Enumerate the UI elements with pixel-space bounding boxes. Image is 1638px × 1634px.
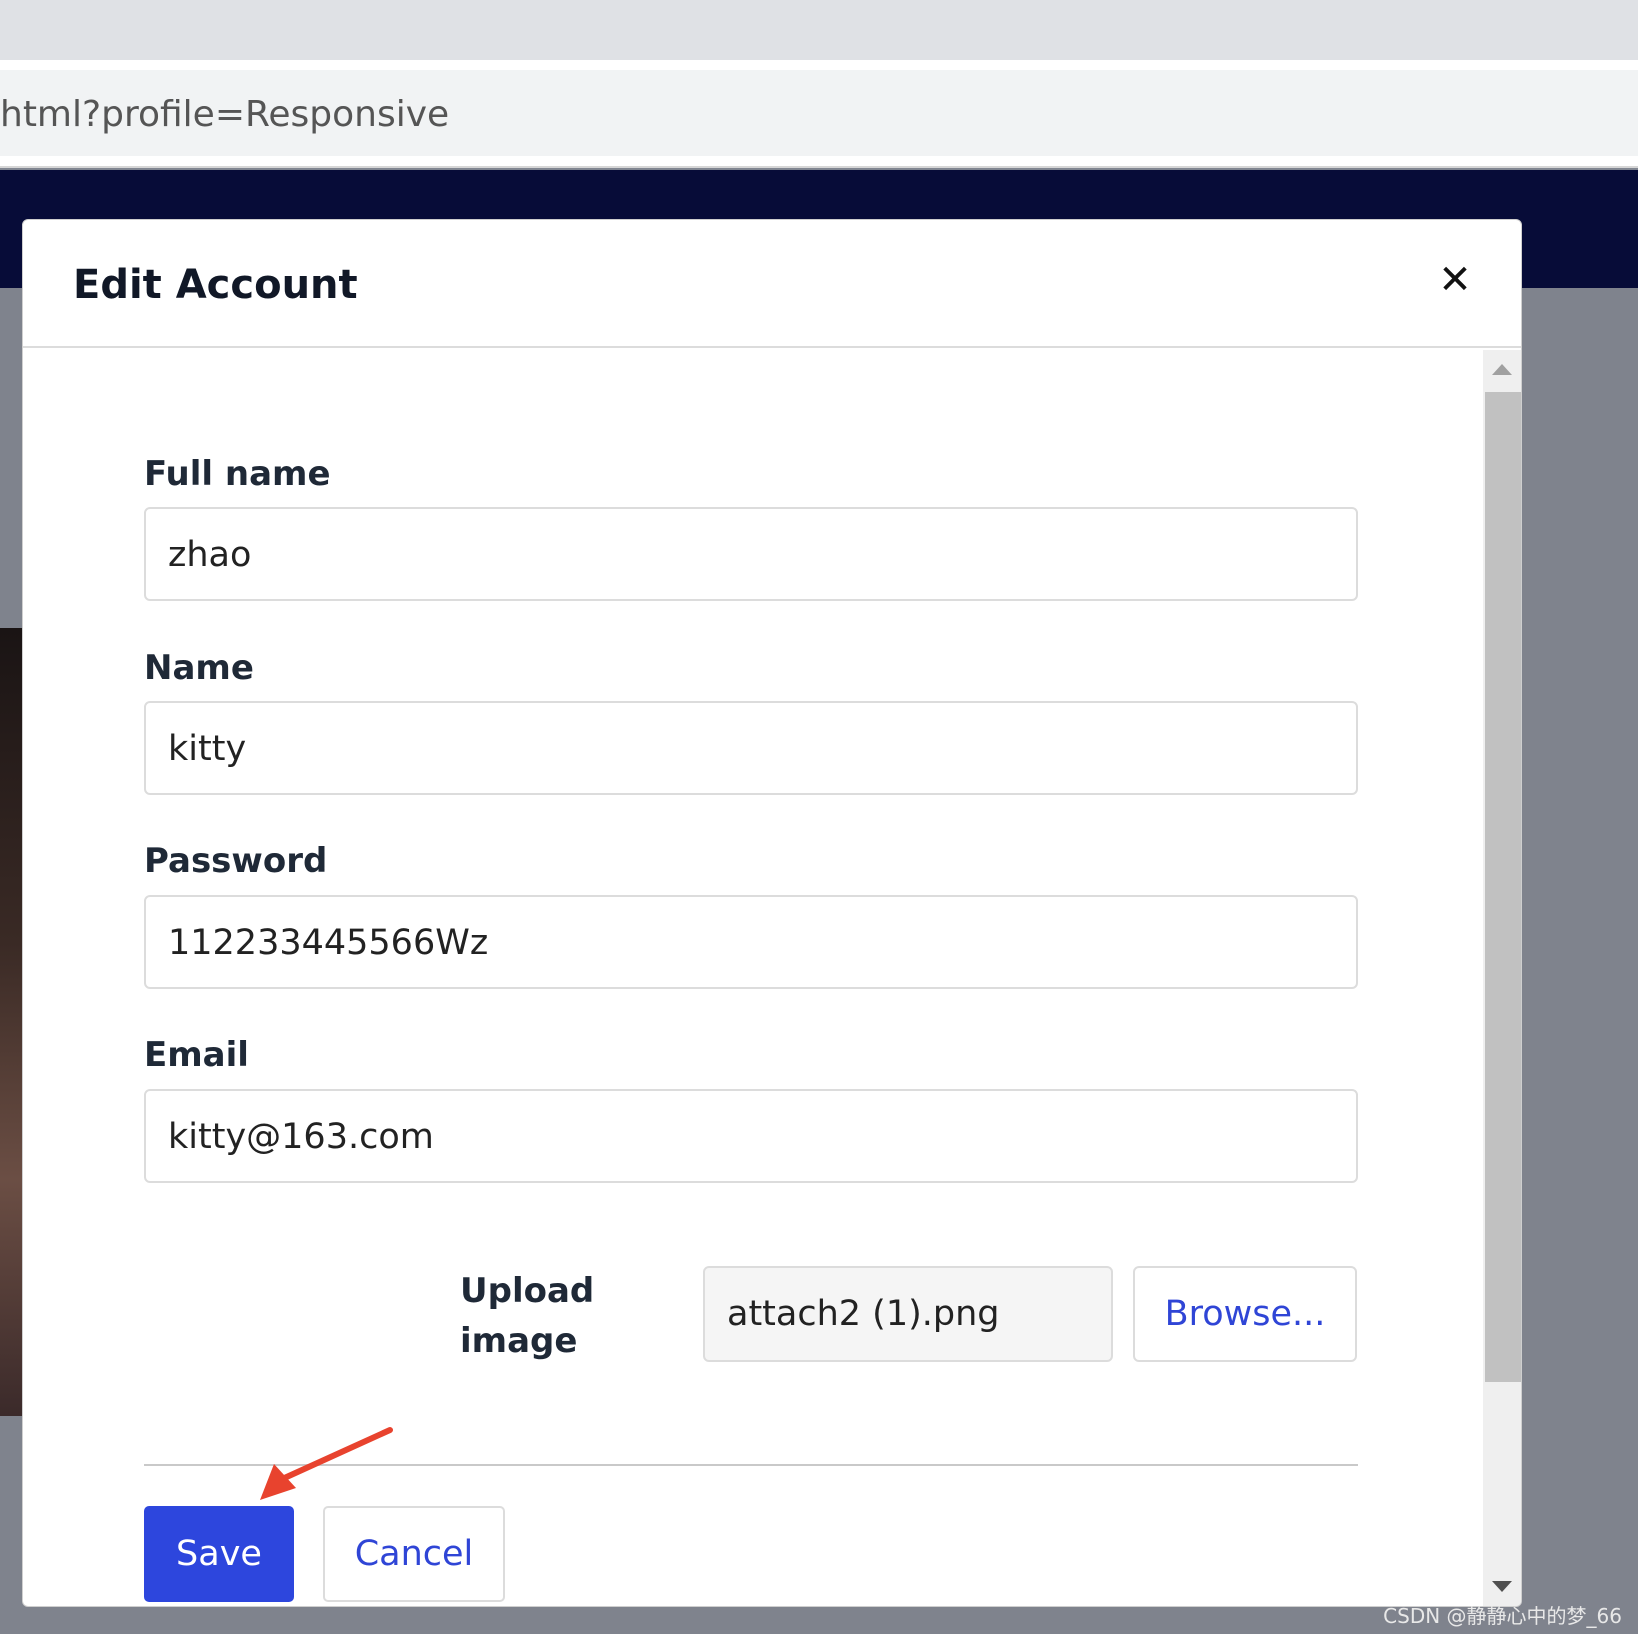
full-name-label: Full name	[144, 454, 331, 494]
full-name-value: zhao	[168, 535, 252, 575]
url-text: html?profile=Responsive	[0, 94, 450, 135]
scroll-down-arrow-icon[interactable]	[1492, 1581, 1512, 1592]
close-icon[interactable]: ✕	[1433, 258, 1477, 302]
edit-account-modal: Edit Account ✕ Full name zhao Name kitty…	[22, 219, 1522, 1607]
modal-scrollbar[interactable]	[1483, 350, 1521, 1606]
scroll-thumb[interactable]	[1485, 392, 1521, 1382]
browse-button[interactable]: Browse...	[1133, 1266, 1357, 1362]
annotation-arrow-icon	[260, 1427, 393, 1500]
name-input[interactable]: kitty	[144, 701, 1358, 795]
browser-address-bar: html?profile=Responsive	[0, 60, 1638, 168]
browser-tab-bar	[0, 0, 1638, 60]
modal-header: Edit Account ✕	[23, 220, 1521, 348]
save-button[interactable]: Save	[144, 1506, 294, 1602]
modal-title: Edit Account	[73, 262, 358, 308]
password-input[interactable]: 112233445566Wz	[144, 895, 1358, 989]
email-value: kitty@163.com	[168, 1117, 434, 1157]
scroll-up-arrow-icon[interactable]	[1492, 364, 1512, 375]
file-name-text: attach2 (1).png	[727, 1294, 1000, 1334]
watermark: CSDN @静静心中的梦_66	[1383, 1604, 1622, 1628]
file-name-field[interactable]: attach2 (1).png	[703, 1266, 1113, 1362]
full-name-input[interactable]: zhao	[144, 507, 1358, 601]
page-background-photo	[0, 628, 24, 1416]
email-label: Email	[144, 1035, 249, 1075]
modal-body: Full name zhao Name kitty Password 11223…	[23, 350, 1521, 1606]
password-label: Password	[144, 841, 328, 881]
name-value: kitty	[168, 729, 247, 769]
password-value: 112233445566Wz	[168, 923, 489, 963]
upload-image-label: Upload image	[460, 1271, 595, 1361]
cancel-button[interactable]: Cancel	[323, 1506, 505, 1602]
email-input[interactable]: kitty@163.com	[144, 1089, 1358, 1183]
name-label: Name	[144, 648, 254, 688]
address-field[interactable]: html?profile=Responsive	[0, 70, 1638, 156]
